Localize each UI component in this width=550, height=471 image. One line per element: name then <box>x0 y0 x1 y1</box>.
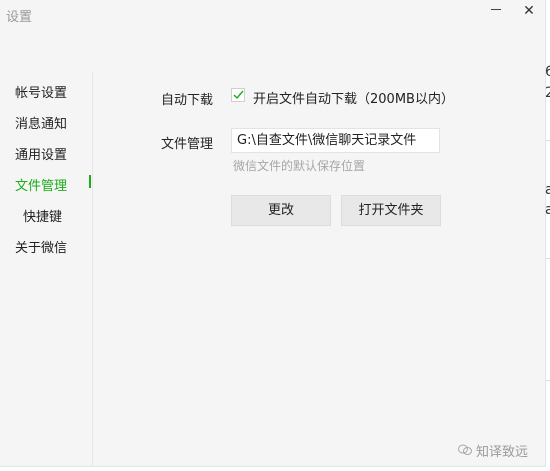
settings-window: 设置 ✕ 帐号设置 消息通知 通用设置 文件管理 快捷键 关于微信 自动下载 开… <box>0 0 546 467</box>
active-indicator <box>89 175 91 188</box>
sidebar-item-file-management[interactable]: 文件管理 <box>15 175 67 194</box>
background-fragment: a <box>545 202 550 218</box>
window-title: 设置 <box>6 10 33 25</box>
sidebar-item-general[interactable]: 通用设置 <box>15 144 67 163</box>
change-button[interactable]: 更改 <box>231 195 331 226</box>
sidebar: 帐号设置 消息通知 通用设置 文件管理 快捷键 关于微信 <box>0 72 93 466</box>
watermark-logo-icon <box>458 444 472 455</box>
sidebar-item-account[interactable]: 帐号设置 <box>15 82 67 101</box>
auto-download-label: 自动下载 <box>161 93 214 108</box>
background-divider <box>545 380 550 381</box>
file-path-field[interactable]: G:\自查文件\微信聊天记录文件 <box>231 128 440 153</box>
background-fragment: a <box>545 182 550 198</box>
sidebar-item-shortcuts[interactable]: 快捷键 <box>23 206 62 225</box>
watermark-text: 知译致远 <box>476 445 529 460</box>
close-button[interactable]: ✕ <box>517 2 541 20</box>
auto-download-checkbox[interactable] <box>231 88 245 102</box>
minimize-button[interactable] <box>484 2 508 20</box>
background-fragment: 2 <box>545 85 550 101</box>
check-icon <box>233 90 244 100</box>
background-divider <box>545 258 550 259</box>
file-path-hint: 微信文件的默认保存位置 <box>233 159 366 173</box>
file-management-label: 文件管理 <box>161 137 214 152</box>
background-divider <box>545 140 550 141</box>
auto-download-option-label[interactable]: 开启文件自动下载（200MB以内） <box>253 88 454 107</box>
background-fragment: 6 <box>545 64 550 80</box>
open-folder-button[interactable]: 打开文件夹 <box>341 195 441 226</box>
sidebar-item-about[interactable]: 关于微信 <box>15 237 67 256</box>
sidebar-item-notifications[interactable]: 消息通知 <box>15 113 67 132</box>
